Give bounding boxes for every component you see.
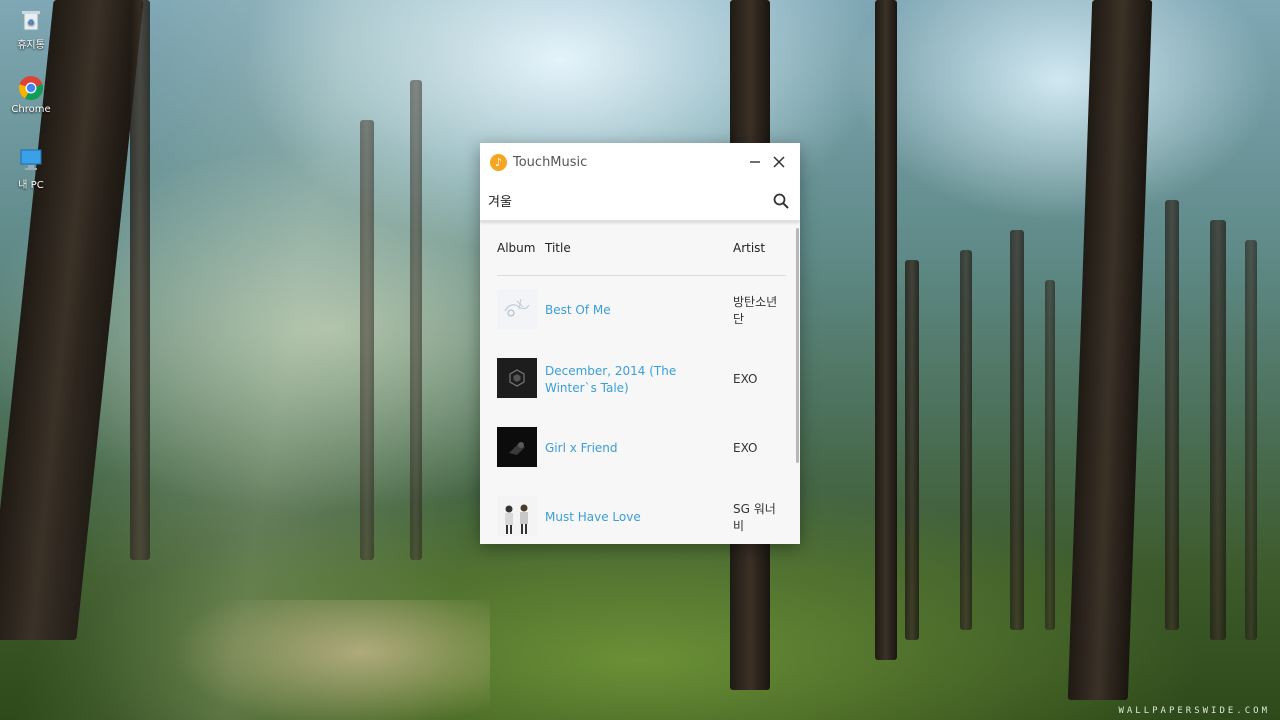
desktop-icon-label: Chrome: [11, 104, 51, 115]
close-button[interactable]: [768, 151, 790, 173]
svg-text:♻: ♻: [27, 18, 34, 27]
wallpaper-watermark: WALLPAPERSWIDE.COM: [1118, 706, 1270, 716]
close-icon: [773, 156, 785, 168]
song-title[interactable]: December, 2014 (The Winter`s Tale): [545, 363, 733, 397]
song-artist: SG 워너비: [733, 501, 776, 533]
song-artist: 방탄소년단: [733, 294, 778, 326]
album-art-girl-x-friend[interactable]: [497, 426, 537, 467]
table-row[interactable]: December, 2014 (The Winter`s Tale) EXO: [497, 345, 786, 414]
results-table: Album Title Artist Best Of Me 방탄소년단 Dece…: [480, 221, 800, 544]
song-title[interactable]: Must Have Love: [545, 509, 733, 526]
title-bar[interactable]: ♪ TouchMusic: [480, 143, 800, 181]
album-art-best-of-me[interactable]: [497, 288, 537, 329]
search-bar: [480, 181, 800, 221]
song-title[interactable]: Best Of Me: [545, 302, 733, 319]
touchmusic-window: ♪ TouchMusic Album Title Artist: [480, 143, 800, 544]
computer-icon: [17, 146, 45, 174]
table-header: Album Title Artist: [497, 221, 786, 276]
desktop-icon-chrome[interactable]: Chrome: [6, 74, 56, 115]
desktop-icon-my-pc[interactable]: 내 PC: [6, 146, 56, 191]
minimize-icon: [750, 161, 760, 163]
song-artist: EXO: [733, 441, 758, 455]
music-note-icon: ♪: [490, 153, 507, 171]
desktop-icon-label: 휴지통: [17, 40, 45, 51]
search-button[interactable]: [770, 190, 792, 212]
window-title: TouchMusic: [513, 154, 588, 170]
chrome-icon: [17, 74, 45, 102]
song-title[interactable]: Girl x Friend: [545, 440, 733, 457]
desktop-icon-label: 내 PC: [18, 180, 44, 191]
search-input[interactable]: [488, 193, 770, 208]
search-icon: [773, 193, 789, 209]
header-artist[interactable]: Artist: [733, 241, 786, 255]
table-row[interactable]: Best Of Me 방탄소년단: [497, 276, 786, 345]
album-art-december-2014[interactable]: [497, 357, 537, 398]
album-art-must-have-love[interactable]: [497, 495, 537, 536]
table-row[interactable]: Girl x Friend EXO: [497, 414, 786, 483]
scrollbar[interactable]: [796, 228, 799, 463]
song-artist: EXO: [733, 372, 758, 386]
header-album[interactable]: Album: [497, 241, 545, 255]
recycle-bin-icon: ♻: [17, 6, 45, 34]
desktop-icon-recycle-bin[interactable]: ♻ 휴지통: [6, 6, 56, 51]
header-title[interactable]: Title: [545, 241, 733, 255]
table-row[interactable]: Must Have Love SG 워너비: [497, 483, 786, 544]
minimize-button[interactable]: [744, 151, 766, 173]
